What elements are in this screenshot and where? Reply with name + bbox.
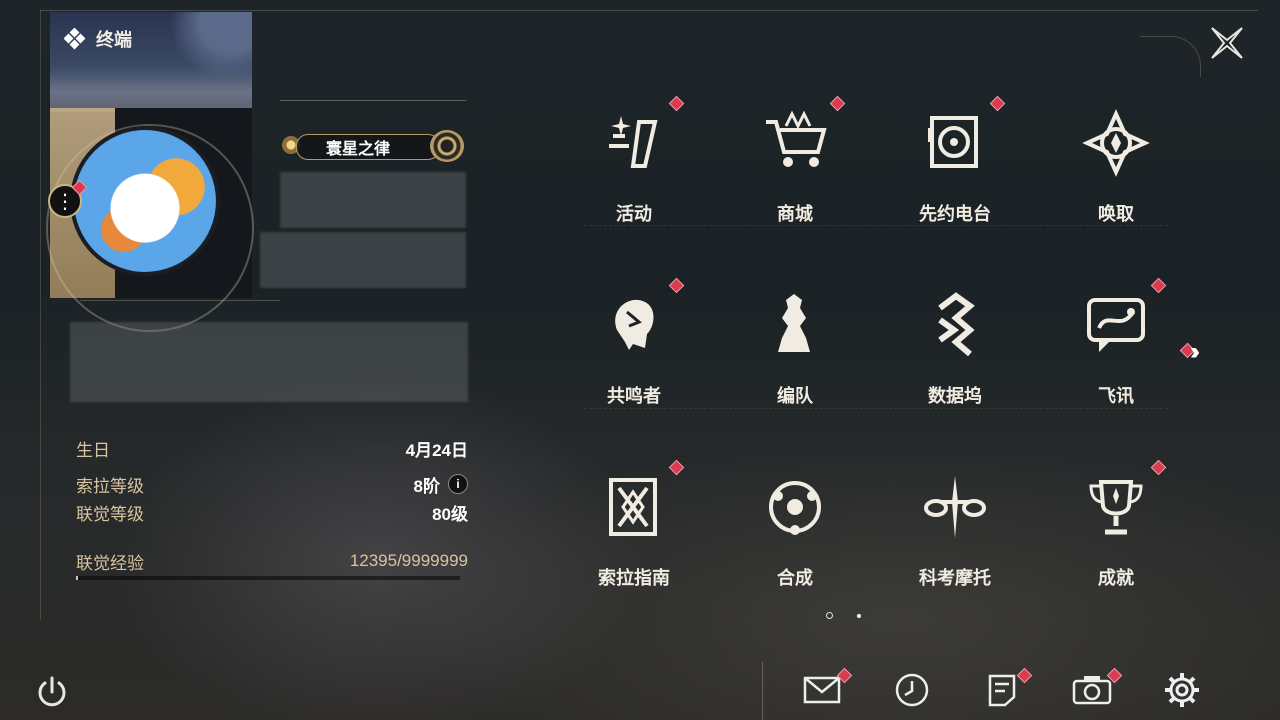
camera-icon (1072, 676, 1112, 705)
exp-progress-bar (76, 576, 460, 580)
menu-item-resonator-head[interactable]: 共鸣者 (574, 277, 694, 442)
title-badge[interactable]: 寰星之律 (282, 130, 466, 162)
menu-item-label: 活动 (616, 204, 652, 224)
terminal-title-text: 终端 (96, 30, 132, 50)
menu-item-label: 先约电台 (919, 204, 991, 224)
menu-item-motorbike[interactable]: 科考摩托 (895, 464, 1015, 624)
menu-item-trophy[interactable]: 成就 (1056, 459, 1176, 624)
stat-sola-level: 索拉等级 8阶 i (76, 472, 468, 496)
chess-team-icon (760, 290, 830, 360)
notification-badge (1150, 277, 1167, 294)
info-icon[interactable]: i (448, 474, 468, 494)
double-chevron-right-icon[interactable]: ›› (1190, 338, 1200, 366)
menu-item-label: 唤取 (1098, 204, 1134, 224)
gear-icon (1165, 673, 1199, 707)
notification-badge (668, 277, 685, 294)
activity-icon (599, 108, 669, 178)
frame-top-line (40, 10, 1258, 11)
shop-cart-icon (760, 108, 830, 178)
avatar[interactable] (70, 126, 220, 276)
menu-item-label: 科考摩托 (919, 568, 991, 588)
redacted-uid (260, 232, 466, 288)
menu-item-chess-team[interactable]: 编队 (735, 282, 855, 442)
name-divider (280, 100, 466, 101)
notification-badge (668, 459, 685, 476)
menu-item-summon-compass[interactable]: 唤取 (1056, 100, 1176, 260)
menu-item-label: 飞讯 (1098, 386, 1134, 406)
orb-icon (430, 130, 464, 162)
menu-item-activity[interactable]: 活动 (574, 95, 694, 260)
profile-divider (80, 300, 280, 301)
menu-item-shop-cart[interactable]: 商城 (735, 95, 855, 260)
resonator-head-icon (599, 290, 669, 360)
synthesis-icon (760, 472, 830, 542)
menu-item-label: 商城 (777, 204, 813, 224)
menu-item-data-dock[interactable]: 数据坞 (895, 282, 1015, 442)
radio-icon (920, 108, 990, 178)
notification-badge (668, 95, 685, 112)
diamond-cluster-icon (64, 28, 86, 50)
settings-button[interactable] (1160, 668, 1204, 712)
message-bubble-icon (1081, 290, 1151, 360)
redacted-name (280, 172, 466, 228)
notification-badge (1150, 459, 1167, 476)
exp-progress-fill (76, 576, 78, 580)
menu-item-synthesis[interactable]: 合成 (735, 464, 855, 624)
stat-union-level: 联觉等级 80级 (76, 504, 468, 524)
menu-item-label: 编队 (777, 386, 813, 406)
notice-icon (988, 674, 1016, 707)
title-badge-text: 寰星之律 (326, 141, 391, 158)
motorbike-icon (920, 472, 990, 542)
mail-icon (803, 676, 841, 704)
power-icon[interactable] (32, 672, 72, 712)
close-x-icon[interactable] (1206, 22, 1248, 64)
summon-compass-icon (1081, 108, 1151, 178)
stat-birthday: 生日 4月24日 (76, 440, 468, 460)
menu-item-label: 共鸣者 (607, 386, 661, 406)
pagination (826, 612, 861, 619)
stat-union-exp: 联觉经验 12395/9999999 (76, 551, 468, 573)
trophy-icon (1081, 472, 1151, 542)
redacted-signature (70, 322, 468, 402)
clock-icon (895, 673, 929, 707)
menu-item-radio[interactable]: 先约电台 (895, 95, 1015, 260)
data-dock-icon (920, 290, 990, 360)
page-dot-2[interactable] (857, 613, 861, 618)
page-dot-1[interactable] (826, 612, 833, 619)
frame-corner-curve (1140, 36, 1201, 77)
menu-item-label: 合成 (777, 568, 813, 588)
frame-left-line (40, 10, 41, 620)
menu-item-label: 数据坞 (928, 386, 982, 406)
clock-button[interactable] (890, 668, 934, 712)
guide-book-icon (599, 472, 669, 542)
bottom-divider (762, 662, 763, 720)
menu-item-message-bubble[interactable]: 飞讯 (1056, 277, 1176, 442)
menu-item-guide-book[interactable]: 索拉指南 (574, 459, 694, 624)
page-title: 终端 (64, 26, 132, 52)
notification-badge (829, 95, 846, 112)
menu-item-label: 索拉指南 (598, 568, 670, 588)
notification-badge (989, 95, 1006, 112)
menu-item-label: 成就 (1098, 568, 1134, 588)
